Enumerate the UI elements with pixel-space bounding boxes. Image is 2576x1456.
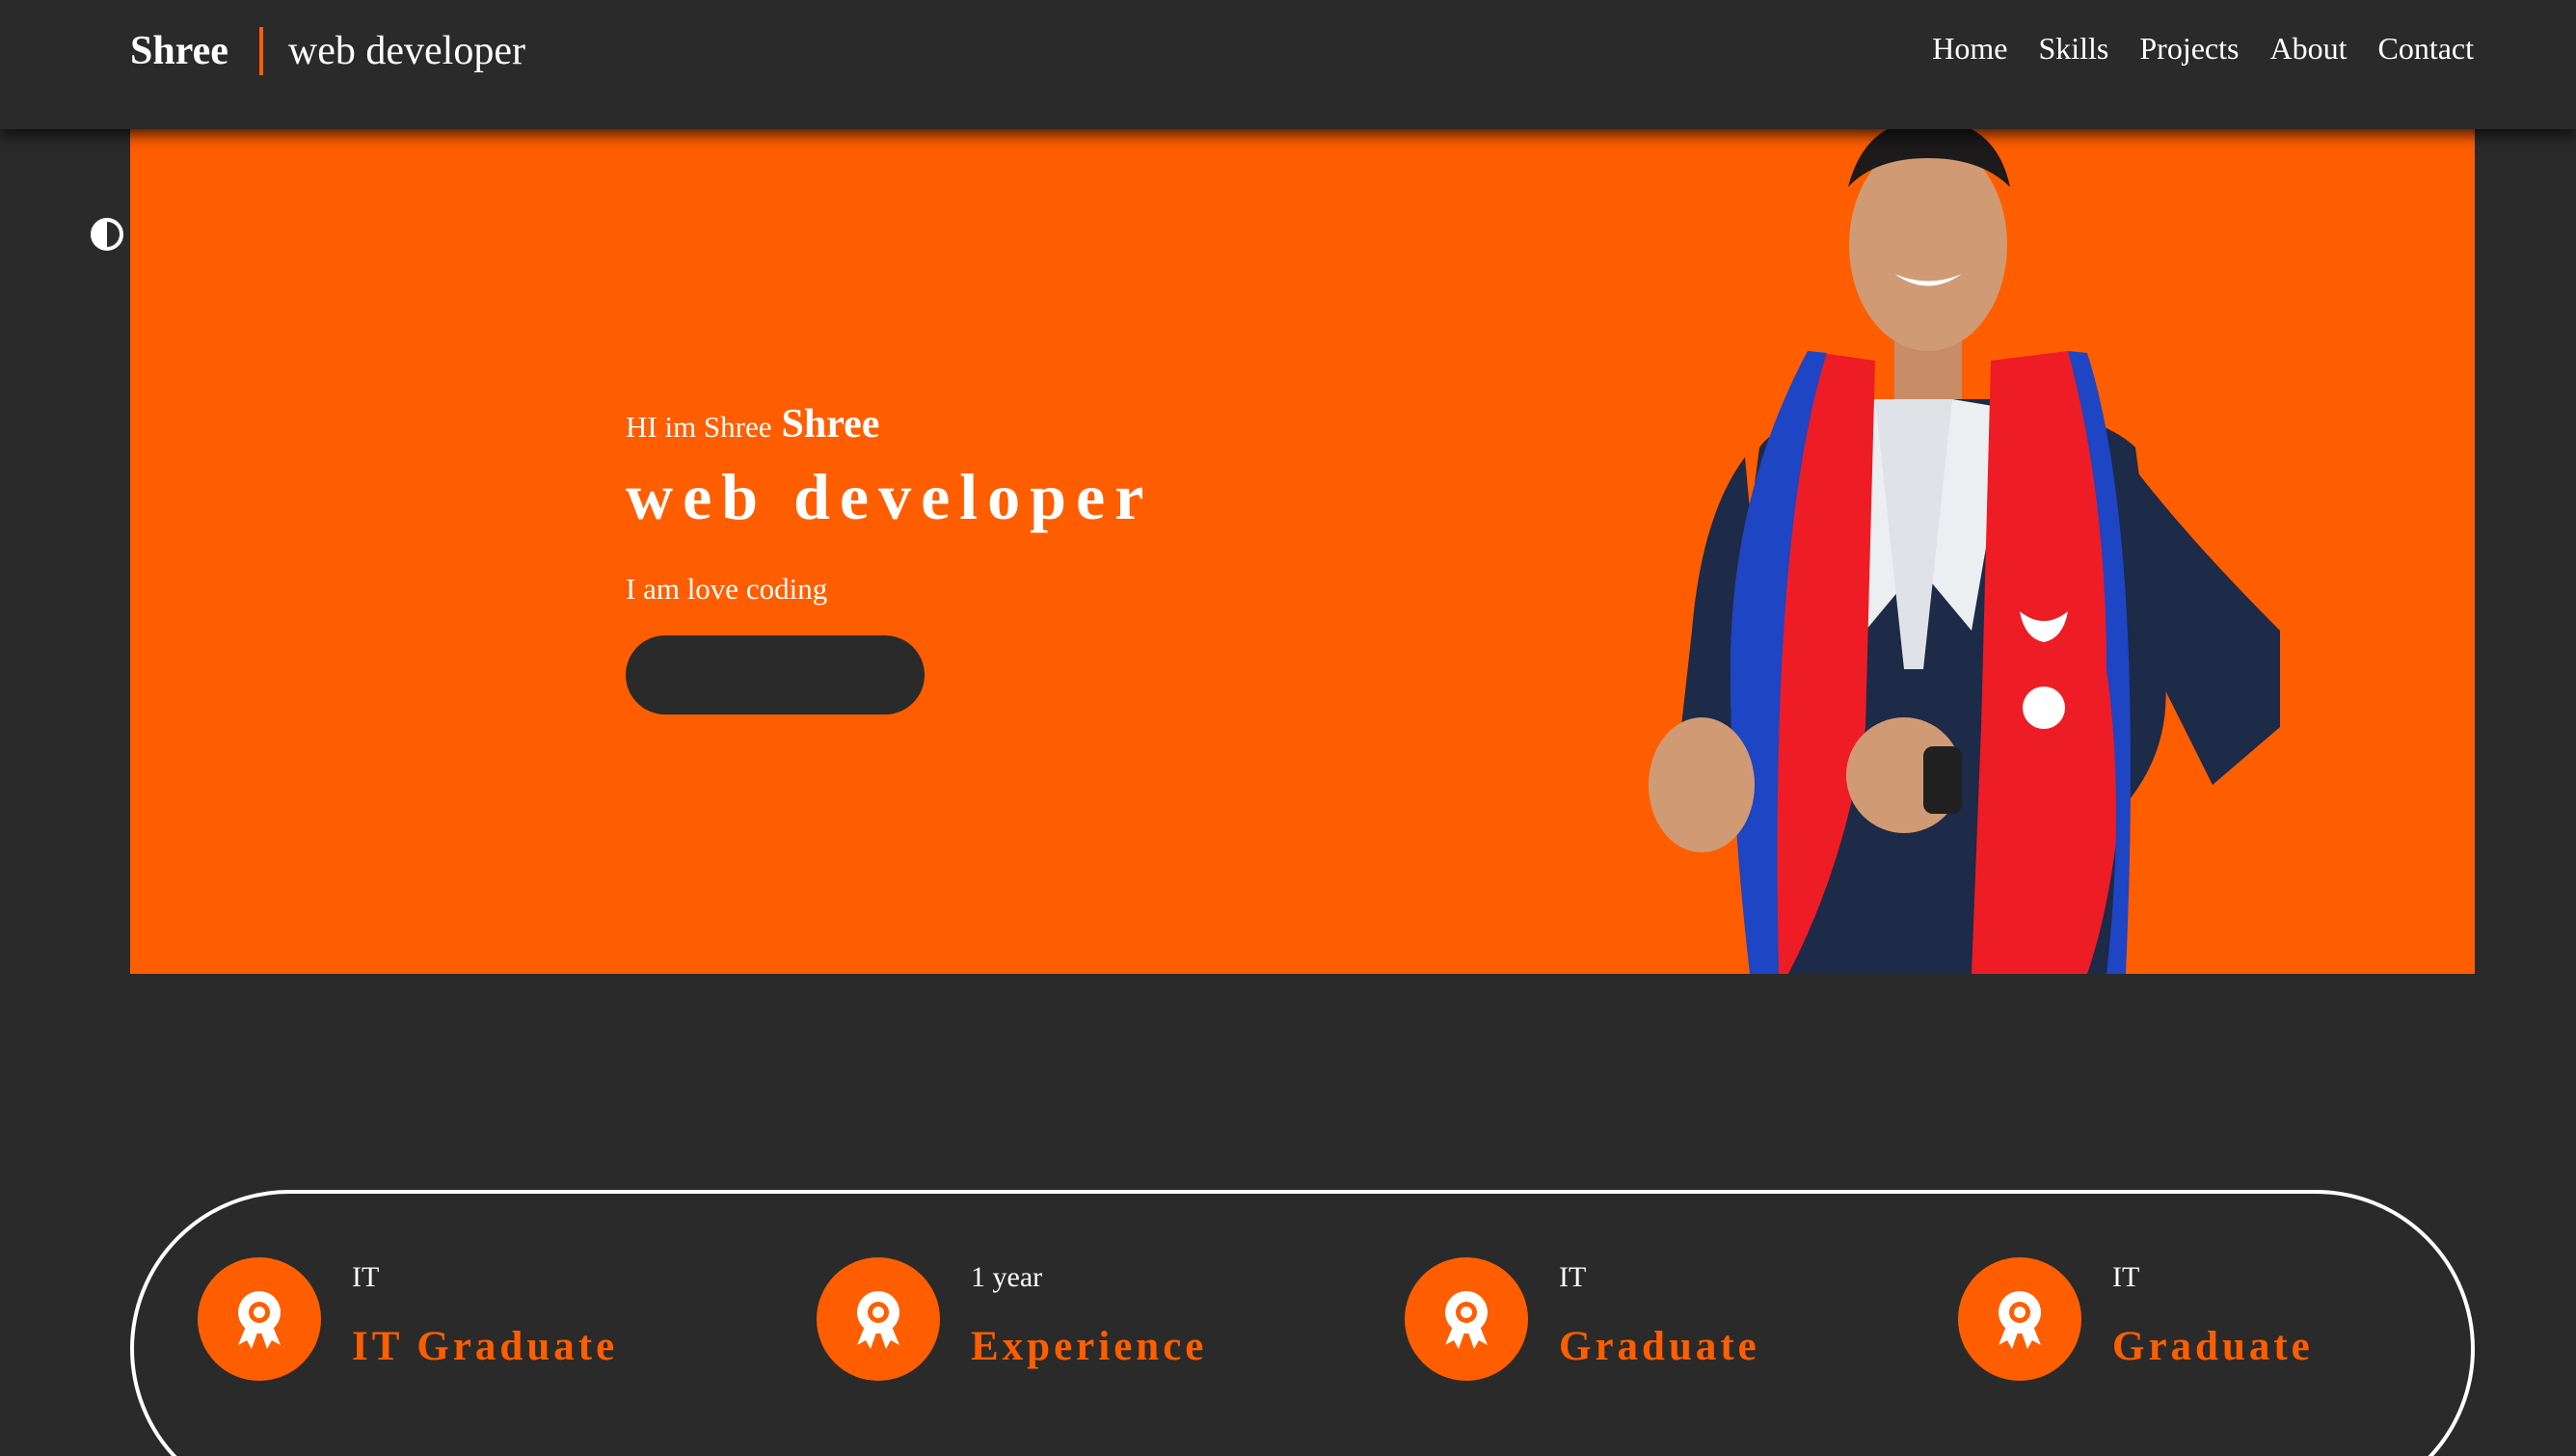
hero-greeting: HI im Shree Shree — [626, 401, 1153, 447]
stat-card: IT Graduate — [1405, 1257, 1760, 1381]
stat-label: 1 year — [971, 1261, 1043, 1293]
award-icon — [817, 1257, 940, 1381]
nav-skills[interactable]: Skills — [2038, 31, 2108, 67]
stat-text: IT Graduate — [2112, 1261, 2314, 1381]
stat-card: IT IT Graduate — [198, 1257, 618, 1381]
navbar: Shree web developer Home Skills Projects… — [0, 0, 2576, 129]
brand-name: Shree — [130, 29, 228, 73]
nav-home[interactable]: Home — [1932, 31, 2007, 67]
hero-tagline: I am love coding — [626, 572, 828, 606]
main-nav: Home Skills Projects About Contact — [1932, 31, 2474, 67]
page: Shree web developer Home Skills Projects… — [0, 0, 2576, 1456]
nav-contact[interactable]: Contact — [2377, 31, 2474, 67]
award-icon — [1405, 1257, 1528, 1381]
brand-role: web developer — [287, 29, 525, 73]
brand-divider — [258, 27, 263, 75]
award-icon — [198, 1257, 321, 1381]
award-icon — [1958, 1257, 2081, 1381]
stats-panel: IT IT Graduate 1 year Experience IT Grad… — [130, 1190, 2475, 1456]
stat-card: 1 year Experience — [817, 1257, 1207, 1381]
stat-text: 1 year Experience — [971, 1261, 1207, 1381]
hero-text: HI im Shree Shree web developer I am lov… — [626, 401, 1153, 715]
profile-photo — [1649, 129, 2280, 974]
stat-text: IT Graduate — [1559, 1261, 1760, 1381]
stat-title: Experience — [971, 1324, 1208, 1369]
nav-about[interactable]: About — [2269, 31, 2347, 67]
stat-text: IT IT Graduate — [352, 1261, 618, 1381]
stat-title: Graduate — [1559, 1324, 1760, 1369]
stat-title: IT Graduate — [352, 1324, 619, 1369]
hero-cta-button[interactable] — [626, 635, 925, 715]
greeting-text: HI im Shree — [626, 410, 772, 444]
stat-title: Graduate — [2112, 1324, 2314, 1369]
stat-card: IT Graduate — [1958, 1257, 2314, 1381]
brand[interactable]: Shree web developer — [130, 27, 525, 75]
stat-label: IT — [352, 1261, 380, 1293]
stat-label: IT — [2112, 1261, 2140, 1293]
hero-role: web developer — [626, 460, 1154, 533]
stat-label: IT — [1559, 1261, 1587, 1293]
hero-section: HI im Shree Shree web developer I am lov… — [130, 129, 2475, 974]
contrast-icon[interactable] — [91, 218, 123, 251]
nav-projects[interactable]: Projects — [2139, 31, 2239, 67]
greeting-name: Shree — [781, 402, 880, 446]
